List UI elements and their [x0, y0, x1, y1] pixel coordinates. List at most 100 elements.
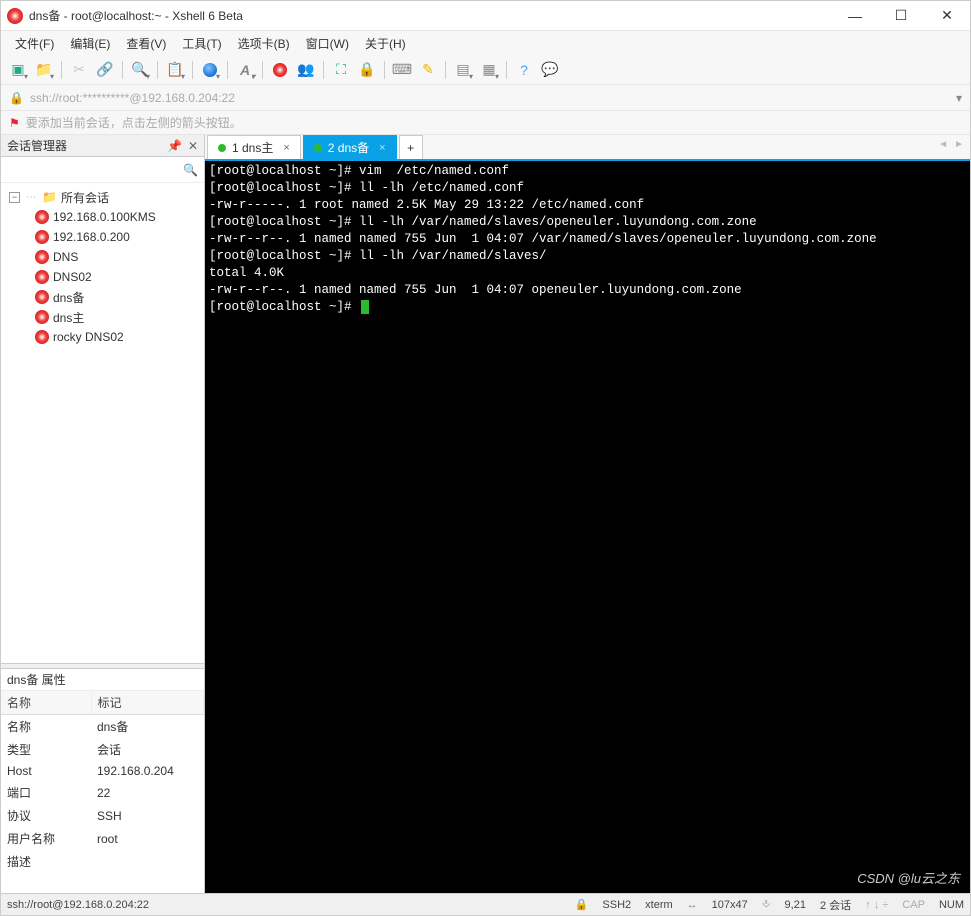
users-button[interactable]: 👥 — [295, 59, 317, 81]
prop-val: 192.168.0.204 — [91, 761, 204, 781]
properties-col-name[interactable]: 名称 — [1, 691, 91, 715]
address-bar[interactable]: 🔒 ssh://root:**********@192.168.0.204:22… — [1, 85, 970, 111]
pos-icon: ⎀ — [762, 898, 771, 911]
property-row: Host192.168.0.204 — [1, 761, 204, 781]
session-item[interactable]: rocky DNS02 — [1, 327, 204, 347]
session-manager-title: 会话管理器 — [7, 137, 67, 154]
session-search-row: 🔍 — [1, 157, 204, 183]
tab-close-icon[interactable]: × — [379, 142, 385, 154]
folder-icon: 📁 — [42, 190, 57, 204]
lock-button[interactable]: 🔒 — [356, 59, 378, 81]
session-label: rocky DNS02 — [53, 330, 124, 344]
highlight-button[interactable]: ✎ — [417, 59, 439, 81]
session-item[interactable]: DNS02 — [1, 267, 204, 287]
tree-root-label: 所有会话 — [61, 189, 109, 206]
close-button[interactable]: ✕ — [924, 1, 970, 30]
fullscreen-button[interactable]: ⛶ — [330, 59, 352, 81]
properties-table: 名称 标记 名称dns备 类型会话 Host192.168.0.204 端口22… — [1, 691, 204, 873]
tab-add-button[interactable]: + — [399, 135, 423, 159]
property-row: 名称dns备 — [1, 715, 204, 739]
menu-bar: 文件(F) 编辑(E) 查看(V) 工具(T) 选项卡(B) 窗口(W) 关于(… — [1, 31, 970, 55]
tip-bar: ⚑ 要添加当前会话，点击左侧的箭头按钮。 — [1, 111, 970, 135]
tab-label: 2 dns备 — [328, 139, 369, 156]
pin-icon[interactable]: 📌 — [167, 139, 182, 153]
status-bar: ssh://root@192.168.0.204:22 🔒 SSH2 xterm… — [1, 893, 970, 915]
tab-dns-backup[interactable]: 2 dns备 × — [303, 135, 397, 159]
copy-button[interactable]: 📋 — [164, 59, 186, 81]
globe-icon — [203, 63, 217, 77]
new-session-button[interactable]: ▣ — [7, 59, 29, 81]
tab-prev-icon[interactable]: ◄ — [938, 139, 948, 150]
session-icon — [35, 290, 49, 304]
size-icon: ↔ — [687, 899, 698, 911]
minimize-button[interactable]: — — [832, 1, 878, 30]
tree-root[interactable]: − ⋯ 📁 所有会话 — [1, 187, 204, 207]
font-button[interactable]: A — [234, 59, 256, 81]
separator — [323, 61, 324, 79]
prop-val: 22 — [91, 781, 204, 804]
tab-dns-master[interactable]: 1 dns主 × — [207, 135, 301, 159]
menu-tools[interactable]: 工具(T) — [176, 33, 227, 54]
properties-header: dns备 属性 — [1, 669, 204, 691]
session-label: dns主 — [53, 309, 84, 326]
tip-text: 要添加当前会话，点击左侧的箭头按钮。 — [26, 114, 242, 131]
search-button[interactable]: 🔍 — [129, 59, 151, 81]
menu-help[interactable]: 关于(H) — [359, 33, 412, 54]
swirl-button[interactable] — [269, 59, 291, 81]
chat-button[interactable]: 💬 — [539, 59, 561, 81]
menu-file[interactable]: 文件(F) — [9, 33, 60, 54]
maximize-button[interactable]: ☐ — [878, 1, 924, 30]
session-item[interactable]: 192.168.0.100KMS — [1, 207, 204, 227]
menu-edit[interactable]: 编辑(E) — [64, 33, 116, 54]
prop-val: SSH — [91, 804, 204, 827]
layout1-button[interactable]: ▤ — [452, 59, 474, 81]
property-row: 端口22 — [1, 781, 204, 804]
tab-next-icon[interactable]: ► — [954, 139, 964, 150]
status-caps: CAP — [902, 899, 925, 911]
separator — [384, 61, 385, 79]
status-sessions: 2 会话 — [820, 897, 851, 913]
properties-col-mark[interactable]: 标记 — [91, 691, 204, 715]
session-tree: − ⋯ 📁 所有会话 192.168.0.100KMS 192.168.0.20… — [1, 183, 204, 663]
keyboard-button[interactable]: ⌨ — [391, 59, 413, 81]
tab-strip: 1 dns主 × 2 dns备 × + ◄ ► — [205, 135, 970, 161]
session-icon — [35, 210, 49, 224]
session-label: 192.168.0.100KMS — [53, 210, 156, 224]
layout2-button[interactable]: ▦ — [478, 59, 500, 81]
menu-tabs[interactable]: 选项卡(B) — [232, 33, 296, 54]
session-label: 192.168.0.200 — [53, 230, 130, 244]
help-button[interactable]: ? — [513, 59, 535, 81]
search-icon[interactable]: 🔍 — [183, 163, 198, 177]
tree-dots-icon: ⋯ — [24, 192, 38, 203]
session-search-input[interactable] — [7, 162, 183, 178]
disconnect-button[interactable]: 🔗 — [94, 59, 116, 81]
reconnect-button[interactable]: ✂ — [68, 59, 90, 81]
session-item[interactable]: 192.168.0.200 — [1, 227, 204, 247]
window-title: dns备 - root@localhost:~ - Xshell 6 Beta — [29, 7, 832, 24]
session-label: DNS — [53, 250, 78, 264]
open-session-button[interactable]: 📁 — [33, 59, 55, 81]
tab-close-icon[interactable]: × — [283, 142, 289, 154]
session-item[interactable]: dns主 — [1, 307, 204, 327]
prop-val: dns备 — [91, 715, 204, 739]
globe-button[interactable] — [199, 59, 221, 81]
collapse-toggle-icon[interactable]: − — [9, 192, 20, 203]
status-connection: ssh://root@192.168.0.204:22 — [7, 899, 149, 911]
lock-icon: 🔒 — [9, 91, 24, 105]
menu-view[interactable]: 查看(V) — [120, 33, 172, 54]
separator — [227, 61, 228, 79]
menu-window[interactable]: 窗口(W) — [300, 33, 355, 54]
prop-key: 类型 — [1, 738, 91, 761]
session-label: DNS02 — [53, 270, 92, 284]
address-dropdown-icon[interactable]: ▾ — [956, 91, 962, 105]
session-icon — [35, 230, 49, 244]
app-icon — [7, 8, 23, 24]
separator — [506, 61, 507, 79]
swirl-icon — [273, 63, 287, 77]
panel-close-icon[interactable]: ✕ — [188, 139, 198, 153]
session-item[interactable]: dns备 — [1, 287, 204, 307]
terminal[interactable]: [root@localhost ~]# vim /etc/named.conf[… — [205, 161, 970, 893]
separator — [157, 61, 158, 79]
prop-key: 名称 — [1, 715, 91, 739]
session-item[interactable]: DNS — [1, 247, 204, 267]
